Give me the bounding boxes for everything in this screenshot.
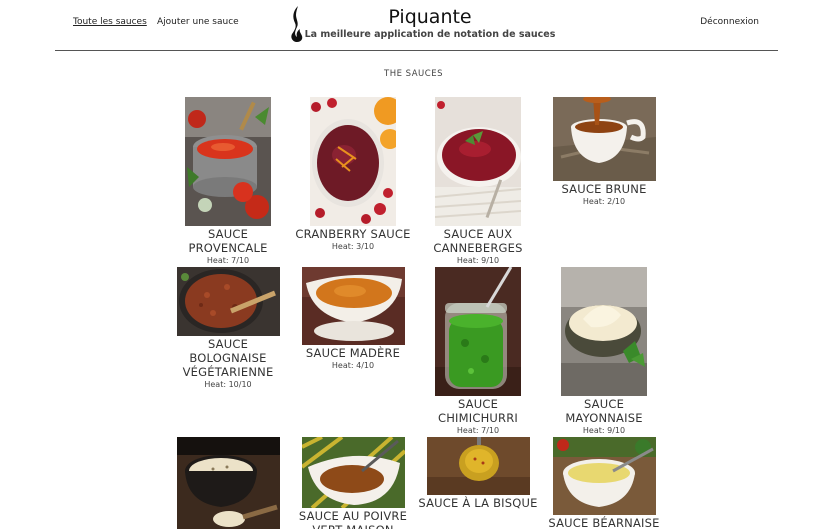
sauce-heat: Heat: 7/10 [206, 256, 250, 265]
sauce-image-mayonnaise-bowl [561, 267, 647, 396]
sauce-heat: Heat: 7/10 [456, 426, 500, 435]
sauce-image-cranberry-bowl [310, 97, 396, 226]
sauce-name: Sauce Béarnaise [548, 516, 660, 529]
app-subtitle: La meilleure application de notation de … [304, 29, 556, 40]
sauce-card[interactable]: Sauce Chimichurri Heat: 7/10 [418, 267, 538, 435]
sauce-image-gravy-boat [552, 97, 656, 181]
sauce-card[interactable]: Sauce au Poivre Vert Maison [293, 437, 413, 529]
sauce-image-pepper-gravy [301, 437, 405, 508]
sauce-card[interactable]: Sauce Mayonnaise Heat: 9/10 [544, 267, 664, 435]
sauce-image-chimichurri-jar [435, 267, 521, 396]
sauce-heat: Heat: 4/10 [331, 361, 375, 370]
sauce-image-bearnaise-bowl [552, 437, 656, 515]
sauce-image-cranberry-dish [435, 97, 521, 226]
sauce-card[interactable]: Sauce Bolognaise Végétarienne Heat: 10/1… [170, 267, 286, 389]
sauce-card[interactable]: Cranberry Sauce Heat: 3/10 [293, 97, 413, 251]
sauce-card[interactable]: Sauce Provencale Heat: 7/10 [168, 97, 288, 265]
sauce-card[interactable]: Sauce Brune Heat: 2/10 [540, 97, 668, 206]
header-divider [55, 50, 778, 51]
sauce-image-bolognese-pan [176, 267, 280, 336]
sauce-heat: Heat: 3/10 [331, 242, 375, 251]
nav-all-sauces-link[interactable]: Toute les sauces [73, 17, 147, 27]
section-title: THE SAUCES [384, 69, 443, 79]
sauce-card[interactable]: Sauce à la Bisque [418, 437, 538, 510]
sauce-heat: Heat: 9/10 [456, 256, 500, 265]
sauce-name: Sauce Provencale [188, 227, 268, 255]
sauce-name: Cranberry Sauce [295, 227, 411, 241]
sauce-card[interactable] [170, 437, 286, 529]
sauce-name: Sauce Mayonnaise [565, 397, 643, 425]
sauce-name: Sauce Bolognaise Végétarienne [182, 337, 274, 379]
sauce-name: Sauce aux Canneberges [433, 227, 523, 255]
sauce-image-bisque-spoon [426, 437, 530, 495]
sauce-image-madeira-boat [301, 267, 405, 345]
sauce-name: Sauce Brune [561, 182, 647, 196]
sauce-card[interactable]: Sauce Madère Heat: 4/10 [293, 267, 413, 370]
sauce-name: Sauce au Poivre Vert Maison [298, 509, 408, 529]
sauce-name: Sauce Chimichurri [437, 397, 519, 425]
sauce-card[interactable]: Sauce aux Canneberges Heat: 9/10 [418, 97, 538, 265]
sauce-image-cream-bowl [176, 437, 280, 529]
nav-add-sauce-link[interactable]: Ajouter une sauce [157, 17, 239, 27]
sauce-heat: Heat: 9/10 [582, 426, 626, 435]
sauce-card[interactable]: Sauce Béarnaise [540, 437, 668, 529]
sauce-name: Sauce à la Bisque [418, 496, 538, 510]
app-title: Piquante [388, 6, 472, 28]
logout-link[interactable]: Déconnexion [700, 17, 759, 27]
sauce-image-tomato-pot [185, 97, 271, 226]
sauce-heat: Heat: 10/10 [204, 380, 252, 389]
sauce-name: Sauce Madère [305, 346, 401, 360]
sauce-heat: Heat: 2/10 [582, 197, 626, 206]
